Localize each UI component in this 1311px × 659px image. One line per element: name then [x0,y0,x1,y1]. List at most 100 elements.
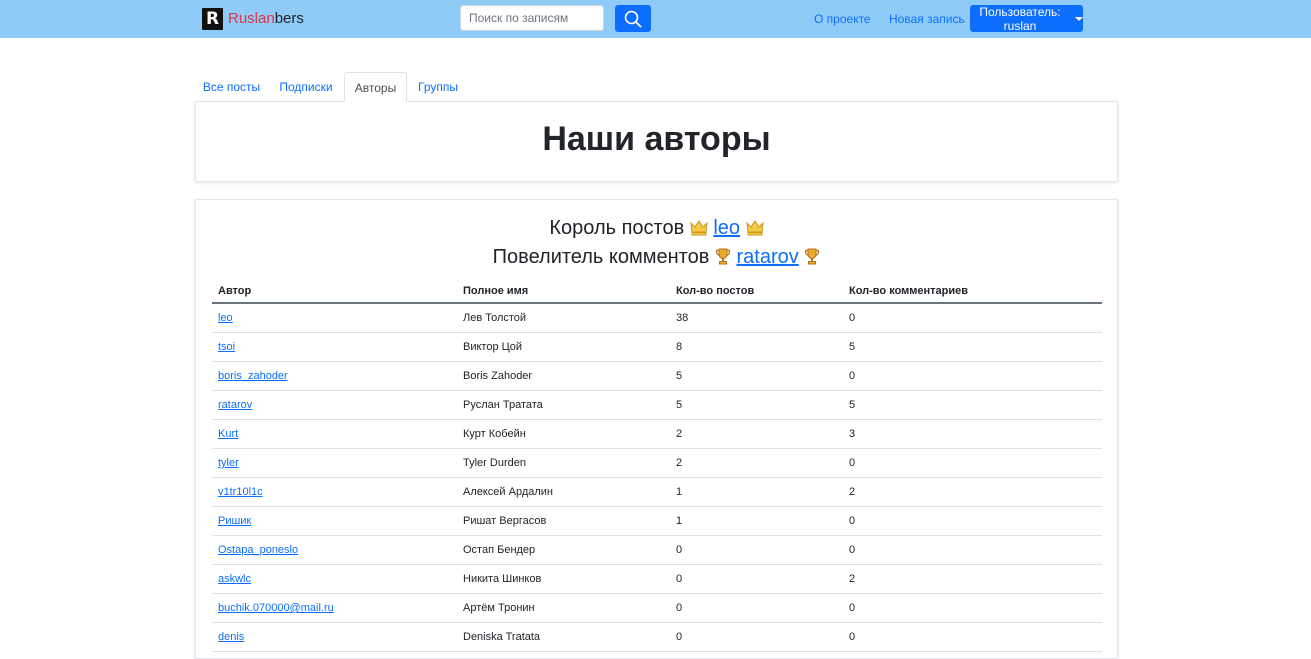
full-name-cell: Курт Кобейн [457,419,670,449]
nav-link-new-post[interactable]: Новая запись [889,12,965,26]
brand-name: Ruslanbers [228,10,304,27]
comments-count-cell: 0 [843,535,1102,565]
author-cell: tyler [212,448,457,478]
tab-authors[interactable]: Авторы [344,72,407,102]
table-row: ratarov Руслан Тратата 5 5 [212,390,1102,420]
posts-count-cell: 0 [670,622,843,652]
author-cell: boris_zahoder [212,361,457,391]
award-comments: Повелитель комментов ratarov [196,246,1117,269]
award-comments-label: Повелитель комментов [492,246,710,268]
tab-groups[interactable]: Группы [407,72,469,102]
author-cell: leo [212,303,457,333]
author-link[interactable]: tsoi [218,341,235,353]
table-row: denis Deniska Tratata 0 0 [212,622,1102,652]
full-name-cell: Виктор Цой [457,332,670,362]
comments-count-cell: 5 [843,332,1102,362]
full-name-cell: Ришат Вергасов [457,506,670,536]
trophy-icon [805,248,820,265]
column-header-comments: Кол-во комментариев [843,280,1102,304]
author-cell: denis [212,622,457,652]
author-cell: Ришик [212,506,457,536]
full-name-cell: Остап Бендер [457,535,670,565]
tab-subscriptions[interactable]: Подписки [268,72,344,102]
author-link[interactable]: Kurt [218,428,238,440]
award-posts-user-link[interactable]: leo [713,217,740,239]
column-header-posts: Кол-во постов [670,280,843,304]
top-navbar: R Ruslanbers О проекте Новая запись Поль… [0,0,1311,38]
author-link[interactable]: Ришик [218,515,251,527]
comments-count-cell: 5 [843,390,1102,420]
posts-count-cell: 5 [670,390,843,420]
author-link[interactable]: Ostapa_poneslo [218,544,298,556]
trophy-icon [715,248,731,265]
full-name-cell: Руслан Тратата [457,390,670,420]
chevron-down-icon [1075,16,1083,21]
award-comments-user-link[interactable]: ratarov [737,246,799,268]
brand-logo-link[interactable]: R Ruslanbers [202,7,304,30]
brand-name-red: Ruslan [228,10,275,27]
search-button[interactable] [615,5,651,32]
authors-table: Автор Полное имя Кол-во постов Кол-во ко… [212,280,1102,652]
comments-count-cell: 0 [843,361,1102,391]
comments-count-cell: 2 [843,477,1102,507]
comments-count-cell: 3 [843,419,1102,449]
full-name-cell: Лев Толстой [457,303,670,333]
award-posts: Король постов leo [196,217,1117,240]
posts-count-cell: 1 [670,477,843,507]
posts-count-cell: 0 [670,593,843,623]
table-row: askwlc Никита Шинков 0 2 [212,564,1102,594]
posts-count-cell: 0 [670,564,843,594]
award-posts-label: Король постов [549,217,685,239]
brand-name-rest: bers [274,10,304,27]
page-title: Наши авторы [542,120,771,158]
author-cell: Ostapa_poneslo [212,535,457,565]
search-icon [624,10,642,27]
posts-count-cell: 2 [670,419,843,449]
table-row: tyler Tyler Durden 2 0 [212,448,1102,478]
author-link[interactable]: v1tr10l1c [218,486,263,498]
crown-icon [690,220,708,236]
column-header-author: Автор [212,280,457,304]
posts-count-cell: 1 [670,506,843,536]
author-link[interactable]: tyler [218,457,239,469]
author-cell: buchik.070000@mail.ru [212,593,457,623]
author-cell: Kurt [212,419,457,449]
posts-count-cell: 8 [670,332,843,362]
authors-card: Король постов leo Повелитель комментов r… [195,199,1118,659]
user-menu-button[interactable]: Пользователь: ruslan [970,5,1083,33]
full-name-cell: Deniska Tratata [457,622,670,652]
full-name-cell: Артём Тронин [457,593,670,623]
author-link[interactable]: askwlc [218,573,251,585]
comments-count-cell: 0 [843,593,1102,623]
title-card: Наши авторы [195,101,1118,182]
full-name-cell: Tyler Durden [457,448,670,478]
table-header-row: Автор Полное имя Кол-во постов Кол-во ко… [212,280,1102,304]
author-cell: askwlc [212,564,457,594]
author-link[interactable]: leo [218,312,233,324]
table-row: tsoi Виктор Цой 8 5 [212,332,1102,362]
author-link[interactable]: boris_zahoder [218,370,288,382]
comments-count-cell: 2 [843,564,1102,594]
comments-count-cell: 0 [843,506,1102,536]
table-row: boris_zahoder Boris Zahoder 5 0 [212,361,1102,391]
search-input[interactable] [460,5,604,31]
full-name-cell: Алексей Ардалин [457,477,670,507]
section-tabs: Все посты Подписки Авторы Группы [195,72,1118,102]
author-link[interactable]: buchik.070000@mail.ru [218,602,334,614]
column-header-full-name: Полное имя [457,280,670,304]
table-row: v1tr10l1c Алексей Ардалин 1 2 [212,477,1102,507]
posts-count-cell: 5 [670,361,843,391]
nav-link-about[interactable]: О проекте [814,12,871,26]
comments-count-cell: 0 [843,303,1102,333]
table-row: leo Лев Толстой 38 0 [212,303,1102,333]
brand-logo-icon: R [202,7,223,30]
table-row: Ришик Ришат Вергасов 1 0 [212,506,1102,536]
full-name-cell: Никита Шинков [457,564,670,594]
author-link[interactable]: ratarov [218,399,252,411]
tab-all-posts[interactable]: Все посты [195,72,268,102]
author-cell: tsoi [212,332,457,362]
author-link[interactable]: denis [218,631,244,643]
author-cell: v1tr10l1c [212,477,457,507]
table-row: buchik.070000@mail.ru Артём Тронин 0 0 [212,593,1102,623]
table-row: Ostapa_poneslo Остап Бендер 0 0 [212,535,1102,565]
